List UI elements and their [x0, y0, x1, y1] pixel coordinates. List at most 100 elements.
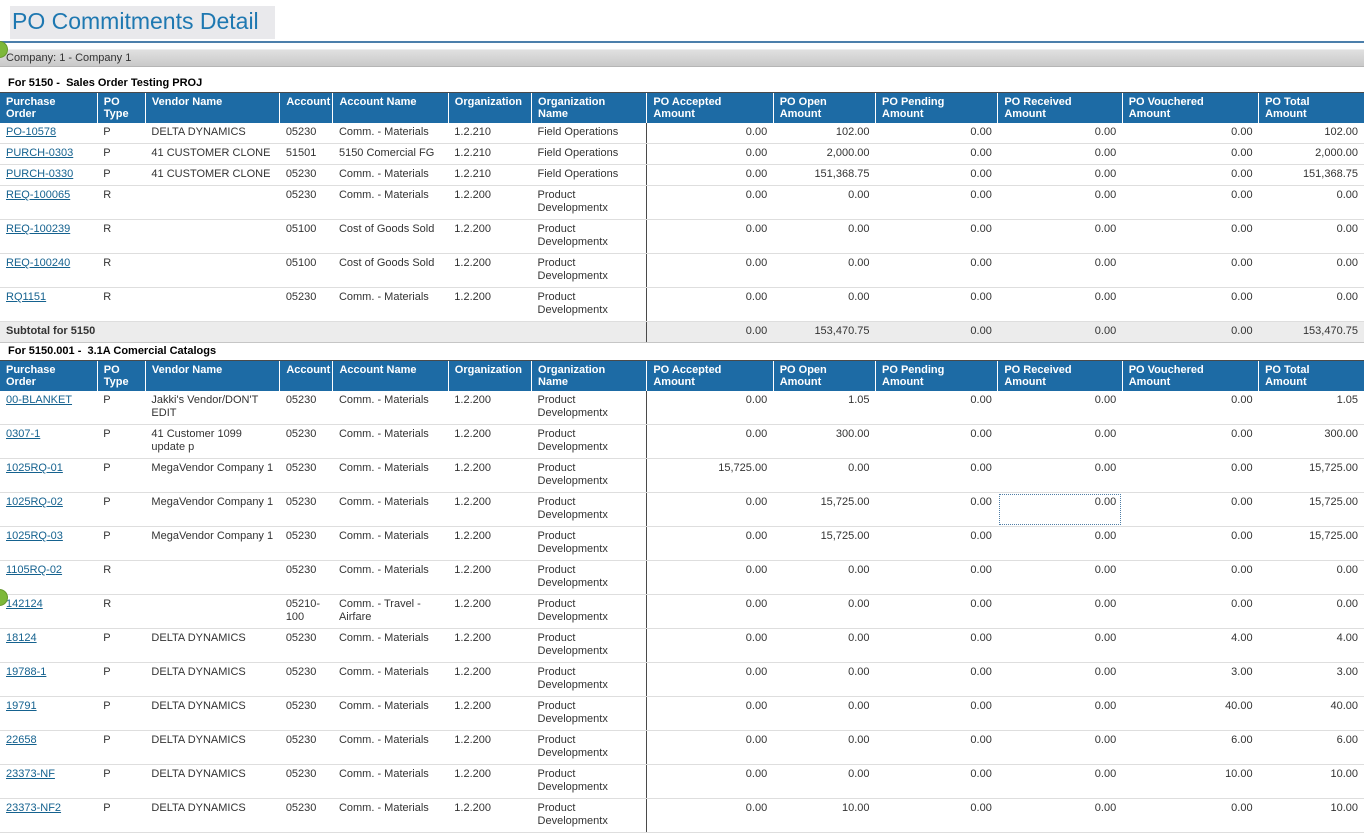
- column-header-account_name[interactable]: Account Name: [333, 361, 448, 391]
- cell-org: 1.2.200: [448, 629, 531, 663]
- cell-vendor: DELTA DYNAMICS: [145, 765, 279, 799]
- po-link[interactable]: 142124: [6, 598, 43, 610]
- column-header-po_type[interactable]: PO Type: [97, 361, 145, 391]
- cell-org: 1.2.210: [448, 144, 531, 165]
- po-link[interactable]: PO-10578: [6, 126, 56, 138]
- column-header-po[interactable]: Purchase Order: [0, 93, 97, 123]
- column-header-open[interactable]: PO Open Amount: [773, 361, 875, 391]
- column-header-po[interactable]: Purchase Order: [0, 361, 97, 391]
- cell-po: 23373-NF: [0, 765, 97, 799]
- subtotal-row: Subtotal for 51500.00153,470.750.000.000…: [0, 322, 1364, 343]
- po-link[interactable]: 1025RQ-02: [6, 496, 63, 508]
- po-link[interactable]: 1025RQ-01: [6, 462, 63, 474]
- cell-org_name: Product Developmentx: [532, 288, 647, 322]
- po-link[interactable]: REQ-100065: [6, 189, 70, 201]
- cell-po: 1025RQ-02: [0, 493, 97, 527]
- column-header-account[interactable]: Account: [280, 361, 333, 391]
- cell-po: 1025RQ-03: [0, 527, 97, 561]
- cell-org_name: Product Developmentx: [532, 391, 647, 425]
- po-link[interactable]: PURCH-0303: [6, 147, 73, 159]
- cell-vendor: DELTA DYNAMICS: [145, 697, 279, 731]
- cell-open: 2,000.00: [773, 144, 875, 165]
- cell-vendor: 41 Customer 1099 update p: [145, 425, 279, 459]
- po-link[interactable]: 22658: [6, 734, 37, 746]
- column-header-account_name[interactable]: Account Name: [333, 93, 448, 123]
- column-header-total[interactable]: PO Total Amount: [1259, 93, 1364, 123]
- cell-account_name: Comm. - Materials: [333, 123, 448, 144]
- po-link[interactable]: 19788-1: [6, 666, 46, 678]
- cell-pending: 0.00: [876, 220, 998, 254]
- column-header-org[interactable]: Organization: [448, 93, 531, 123]
- cell-account_name: Comm. - Materials: [333, 561, 448, 595]
- column-header-accepted[interactable]: PO Accepted Amount: [647, 93, 773, 123]
- cell-total: 102.00: [1259, 123, 1364, 144]
- cell-account_name: Comm. - Travel - Airfare: [333, 595, 448, 629]
- cell-po: REQ-100239: [0, 220, 97, 254]
- cell-total: 0.00: [1259, 186, 1364, 220]
- column-header-vouchered[interactable]: PO Vouchered Amount: [1122, 361, 1258, 391]
- cell-open: 0.00: [773, 765, 875, 799]
- column-header-vendor[interactable]: Vendor Name: [145, 361, 279, 391]
- cell-po: 00-BLANKET: [0, 391, 97, 425]
- po-link[interactable]: 1105RQ-02: [6, 564, 62, 576]
- column-header-vouchered[interactable]: PO Vouchered Amount: [1122, 93, 1258, 123]
- cell-account_name: Comm. - Materials: [333, 765, 448, 799]
- column-header-open[interactable]: PO Open Amount: [773, 93, 875, 123]
- cell-received-focused[interactable]: 0.00: [998, 493, 1122, 527]
- column-header-po_type[interactable]: PO Type: [97, 93, 145, 123]
- column-header-org_name[interactable]: Organization Name: [532, 93, 647, 123]
- po-link[interactable]: 1025RQ-03: [6, 530, 63, 542]
- column-header-accepted[interactable]: PO Accepted Amount: [647, 361, 773, 391]
- column-header-received[interactable]: PO Received Amount: [998, 93, 1122, 123]
- cell-po_type: R: [97, 561, 145, 595]
- po-link[interactable]: PURCH-0330: [6, 168, 73, 180]
- column-header-pending[interactable]: PO Pending Amount: [876, 361, 998, 391]
- section-header: For 5150 - Sales Order Testing PROJ: [0, 75, 1364, 93]
- cell-vendor: DELTA DYNAMICS: [145, 731, 279, 765]
- column-header-org_name[interactable]: Organization Name: [532, 361, 647, 391]
- cell-org_name: Product Developmentx: [532, 459, 647, 493]
- po-link[interactable]: RQ1151: [6, 291, 46, 303]
- cell-po: REQ-100065: [0, 186, 97, 220]
- column-header-vendor[interactable]: Vendor Name: [145, 93, 279, 123]
- cell-vendor: MegaVendor Company 1: [145, 459, 279, 493]
- column-header-pending[interactable]: PO Pending Amount: [876, 93, 998, 123]
- cell-received: 0.00: [998, 425, 1122, 459]
- cell-account: 05230: [280, 697, 333, 731]
- cell-accepted: 0.00: [647, 425, 773, 459]
- cell-org: 1.2.200: [448, 493, 531, 527]
- cell-account: 05100: [280, 254, 333, 288]
- po-link[interactable]: 18124: [6, 632, 37, 644]
- column-header-org[interactable]: Organization: [448, 361, 531, 391]
- cell-org_name: Product Developmentx: [532, 697, 647, 731]
- po-link[interactable]: 0307-1: [6, 428, 40, 440]
- cell-po_type: P: [97, 391, 145, 425]
- column-header-account[interactable]: Account: [280, 93, 333, 123]
- subtotal-total: 153,470.75: [1259, 322, 1364, 343]
- column-header-received[interactable]: PO Received Amount: [998, 361, 1122, 391]
- cell-pending: 0.00: [876, 425, 998, 459]
- cell-total: 0.00: [1259, 254, 1364, 288]
- cell-account_name: Comm. - Materials: [333, 663, 448, 697]
- cell-account: 05230: [280, 123, 333, 144]
- subtotal-open: 153,470.75: [773, 322, 875, 343]
- po-link[interactable]: REQ-100239: [6, 223, 70, 235]
- cell-po_type: P: [97, 697, 145, 731]
- cell-received: 0.00: [998, 144, 1122, 165]
- cell-accepted: 0.00: [647, 123, 773, 144]
- table-row: 18124PDELTA DYNAMICS05230Comm. - Materia…: [0, 629, 1364, 663]
- cell-po: 0307-1: [0, 425, 97, 459]
- po-link[interactable]: 23373-NF2: [6, 802, 61, 814]
- cell-pending: 0.00: [876, 288, 998, 322]
- cell-total: 300.00: [1259, 425, 1364, 459]
- cell-received: 0.00: [998, 697, 1122, 731]
- po-link[interactable]: 00-BLANKET: [6, 394, 72, 406]
- po-link[interactable]: REQ-100240: [6, 257, 70, 269]
- cell-po: REQ-100240: [0, 254, 97, 288]
- cell-po: 1105RQ-02: [0, 561, 97, 595]
- cell-account: 05230: [280, 765, 333, 799]
- po-link[interactable]: 23373-NF: [6, 768, 55, 780]
- cell-account_name: Comm. - Materials: [333, 799, 448, 833]
- po-link[interactable]: 19791: [6, 700, 37, 712]
- column-header-total[interactable]: PO Total Amount: [1259, 361, 1364, 391]
